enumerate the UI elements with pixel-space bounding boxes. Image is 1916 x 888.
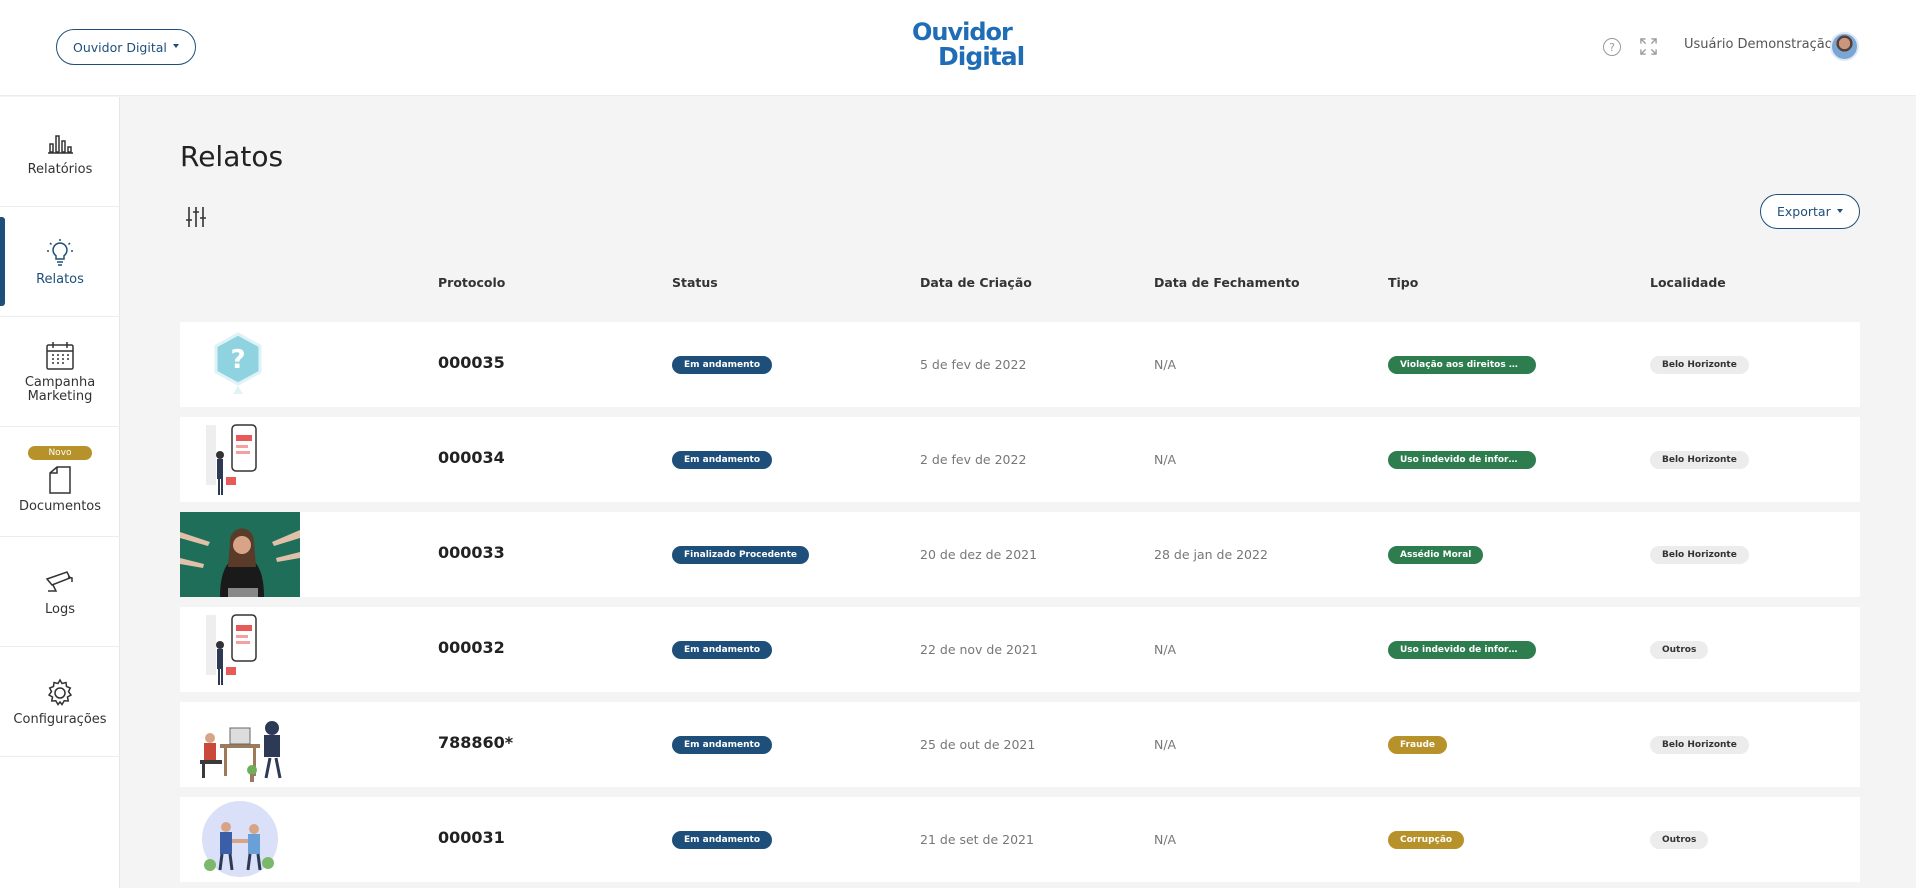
location-badge: Outros: [1650, 831, 1709, 849]
row-closed-date: N/A: [1154, 642, 1177, 657]
status-badge: Finalizado Procedente: [672, 546, 809, 564]
table-row[interactable]: 000031 Em andamento 21 de set de 2021 N/…: [180, 797, 1860, 882]
row-created-date: 20 de dez de 2021: [920, 547, 1038, 562]
user-name[interactable]: Usuário Demonstração: [1684, 37, 1833, 52]
status-badge: Em andamento: [672, 641, 773, 659]
row-created-date: 5 de fev de 2022: [920, 357, 1027, 372]
sidebar-item-label: Relatos: [36, 271, 84, 287]
location-badge: Belo Horizonte: [1650, 736, 1749, 754]
sidebar-item-label: Logs: [45, 601, 75, 617]
type-badge: Uso indevido de informaçã...: [1388, 451, 1536, 469]
table-row[interactable]: ? 000035 Em andamento 5 de fev de 2022 N…: [180, 322, 1860, 407]
help-icon[interactable]: ?: [1603, 38, 1621, 56]
location-badge: Belo Horizonte: [1650, 356, 1749, 374]
calendar-icon: [46, 341, 74, 370]
top-bar: Ouvidor Digital Ouvidor Digital ? Usuári…: [0, 0, 1916, 96]
row-protocol: 000034: [438, 448, 505, 467]
fullscreen-icon[interactable]: [1639, 37, 1658, 56]
column-header-tipo[interactable]: Tipo: [1388, 275, 1418, 290]
row-closed-date: N/A: [1154, 357, 1177, 372]
sidebar-item-logs[interactable]: Logs: [0, 537, 120, 647]
logo-text-line2: Digital: [938, 42, 1025, 71]
document-icon: [49, 465, 71, 494]
sidebar: Relatórios Relatos Campanha Marketing No…: [0, 97, 120, 888]
location-badge: Outros: [1650, 641, 1709, 659]
table-row[interactable]: 000034 Em andamento 2 de fev de 2022 N/A…: [180, 417, 1860, 502]
gear-icon: [47, 677, 73, 706]
question-mark-icon: ?: [214, 332, 262, 394]
column-header-localidade[interactable]: Localidade: [1650, 275, 1726, 290]
type-badge: Violação aos direitos hum...: [1388, 356, 1536, 374]
report-thumbnail-harassment: [180, 512, 300, 597]
row-closed-date: N/A: [1154, 737, 1177, 752]
phone-illustration-icon: [206, 424, 257, 495]
row-created-date: 25 de out de 2021: [920, 737, 1036, 752]
row-created-date: 21 de set de 2021: [920, 832, 1034, 847]
bar-chart-icon: [48, 134, 73, 154]
fraud-illustration-icon: [200, 721, 282, 782]
status-badge: Em andamento: [672, 451, 773, 469]
column-header-protocolo[interactable]: Protocolo: [438, 275, 505, 290]
table-row[interactable]: 000033 Finalizado Procedente 20 de dez d…: [180, 512, 1860, 597]
avatar[interactable]: [1830, 32, 1859, 61]
type-badge: Fraude: [1388, 736, 1448, 754]
report-thumbnail-fraud: [180, 702, 300, 787]
status-badge: Em andamento: [672, 831, 773, 849]
row-closed-date: N/A: [1154, 452, 1177, 467]
page-title: Relatos: [180, 140, 284, 173]
type-badge: Uso indevido de informaçã...: [1388, 641, 1536, 659]
row-protocol: 000033: [438, 543, 505, 562]
table-row[interactable]: 788860* Em andamento 25 de out de 2021 N…: [180, 702, 1860, 787]
status-badge: Em andamento: [672, 736, 773, 754]
column-header-data-fechamento[interactable]: Data de Fechamento: [1154, 275, 1300, 290]
sidebar-item-relatorios[interactable]: Relatórios: [0, 97, 120, 207]
sidebar-item-configuracoes[interactable]: Configurações: [0, 647, 120, 757]
export-button[interactable]: Exportar: [1760, 194, 1860, 229]
row-protocol: 000031: [438, 828, 505, 847]
filter-sliders-icon[interactable]: [184, 205, 208, 229]
row-closed-date: N/A: [1154, 832, 1177, 847]
table-row[interactable]: 000032 Em andamento 22 de nov de 2021 N/…: [180, 607, 1860, 692]
column-header-data-criacao[interactable]: Data de Criação: [920, 275, 1032, 290]
camera-icon: [45, 570, 73, 592]
sidebar-item-documentos[interactable]: Novo Documentos: [0, 427, 120, 537]
caret-down-icon: [172, 44, 179, 48]
caret-down-icon: [1836, 208, 1843, 213]
row-created-date: 22 de nov de 2021: [920, 642, 1038, 657]
row-closed-date: 28 de jan de 2022: [1154, 547, 1268, 562]
report-thumbnail-phone: [180, 607, 300, 692]
row-created-date: 2 de fev de 2022: [920, 452, 1027, 467]
harassment-photo-icon: [180, 512, 300, 597]
app-logo[interactable]: Ouvidor Digital: [906, 18, 1025, 74]
row-protocol: 788860*: [438, 733, 514, 752]
sidebar-item-label: Documentos: [18, 498, 102, 514]
svg-text:?: ?: [230, 345, 245, 375]
location-badge: Belo Horizonte: [1650, 451, 1749, 469]
new-badge: Novo: [28, 446, 92, 460]
sidebar-item-relatos[interactable]: Relatos: [0, 207, 120, 317]
org-selector-label: Ouvidor Digital: [73, 39, 167, 55]
sidebar-item-label: Relatórios: [27, 161, 93, 177]
sidebar-item-label: Campanha Marketing: [24, 374, 96, 404]
sidebar-item-campanha-marketing[interactable]: Campanha Marketing: [0, 317, 120, 427]
row-protocol: 000035: [438, 353, 505, 372]
row-protocol: 000032: [438, 638, 505, 657]
phone-illustration-icon: [206, 614, 257, 685]
type-badge: Corrupção: [1388, 831, 1465, 849]
report-thumbnail-corruption: [180, 797, 300, 882]
report-thumbnail-phone: [180, 417, 300, 502]
org-selector-dropdown[interactable]: Ouvidor Digital: [56, 29, 196, 65]
type-badge: Assédio Moral: [1388, 546, 1484, 564]
report-thumbnail-question: ?: [180, 322, 300, 407]
sidebar-item-label: Configurações: [13, 711, 107, 727]
location-badge: Belo Horizonte: [1650, 546, 1749, 564]
corruption-illustration-icon: [202, 801, 278, 877]
column-header-status[interactable]: Status: [672, 275, 718, 290]
export-label: Exportar: [1777, 204, 1831, 219]
status-badge: Em andamento: [672, 356, 773, 374]
lightbulb-icon: [47, 238, 73, 266]
